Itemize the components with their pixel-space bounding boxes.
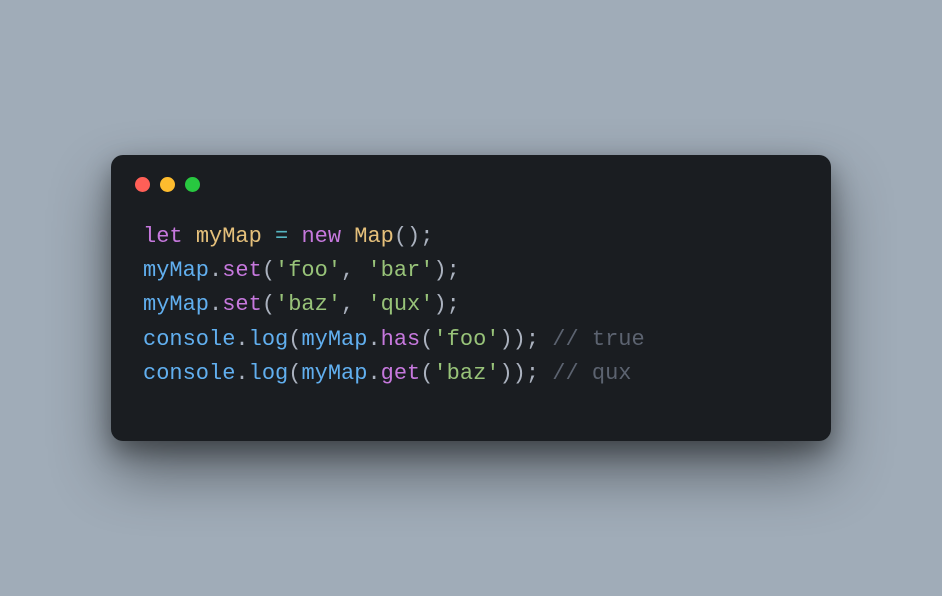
token-punct: ( [288, 361, 301, 386]
token-call: log [249, 361, 289, 386]
token-punct: ( [262, 258, 275, 283]
code-block: let myMap = new Map();myMap.set('foo', '… [111, 220, 831, 390]
token-str: 'foo' [433, 327, 499, 352]
token-punct: . [367, 361, 380, 386]
minimize-icon[interactable] [160, 177, 175, 192]
token-punct: . [235, 327, 248, 352]
token-punct: ( [420, 361, 433, 386]
close-icon[interactable] [135, 177, 150, 192]
code-line: console.log(myMap.get('baz')); // qux [143, 357, 799, 391]
token-str: 'baz' [433, 361, 499, 386]
code-line: let myMap = new Map(); [143, 220, 799, 254]
token-keyword: let [143, 224, 196, 249]
token-obj: console [143, 327, 235, 352]
token-var: myMap [301, 361, 367, 386]
token-var: myMap [143, 292, 209, 317]
token-class: Map [354, 224, 394, 249]
code-window: let myMap = new Map();myMap.set('foo', '… [111, 155, 831, 440]
token-method: get [381, 361, 421, 386]
token-var: myMap [301, 327, 367, 352]
token-punct: )); [499, 327, 552, 352]
window-titlebar [111, 177, 831, 220]
token-comment: // true [552, 327, 644, 352]
token-punct: . [209, 258, 222, 283]
zoom-icon[interactable] [185, 177, 200, 192]
token-str: 'foo' [275, 258, 341, 283]
token-punct: )); [499, 361, 552, 386]
token-punct: . [209, 292, 222, 317]
token-punct: ( [262, 292, 275, 317]
token-method: set [222, 292, 262, 317]
token-def: myMap [196, 224, 275, 249]
token-var: myMap [143, 258, 209, 283]
token-str: 'bar' [367, 258, 433, 283]
token-punct: . [235, 361, 248, 386]
token-comment: // qux [552, 361, 631, 386]
token-obj: console [143, 361, 235, 386]
token-punct: (); [394, 224, 434, 249]
token-method: set [222, 258, 262, 283]
token-punct: . [367, 327, 380, 352]
code-line: myMap.set('foo', 'bar'); [143, 254, 799, 288]
token-punct: ); [433, 258, 459, 283]
token-call: log [249, 327, 289, 352]
token-punct: ); [433, 292, 459, 317]
token-str: 'qux' [367, 292, 433, 317]
token-op: = [275, 224, 301, 249]
token-punct: , [341, 258, 367, 283]
token-new: new [301, 224, 354, 249]
token-punct: ( [420, 327, 433, 352]
token-punct: , [341, 292, 367, 317]
code-line: myMap.set('baz', 'qux'); [143, 288, 799, 322]
code-line: console.log(myMap.has('foo')); // true [143, 323, 799, 357]
token-punct: ( [288, 327, 301, 352]
token-str: 'baz' [275, 292, 341, 317]
token-method: has [381, 327, 421, 352]
